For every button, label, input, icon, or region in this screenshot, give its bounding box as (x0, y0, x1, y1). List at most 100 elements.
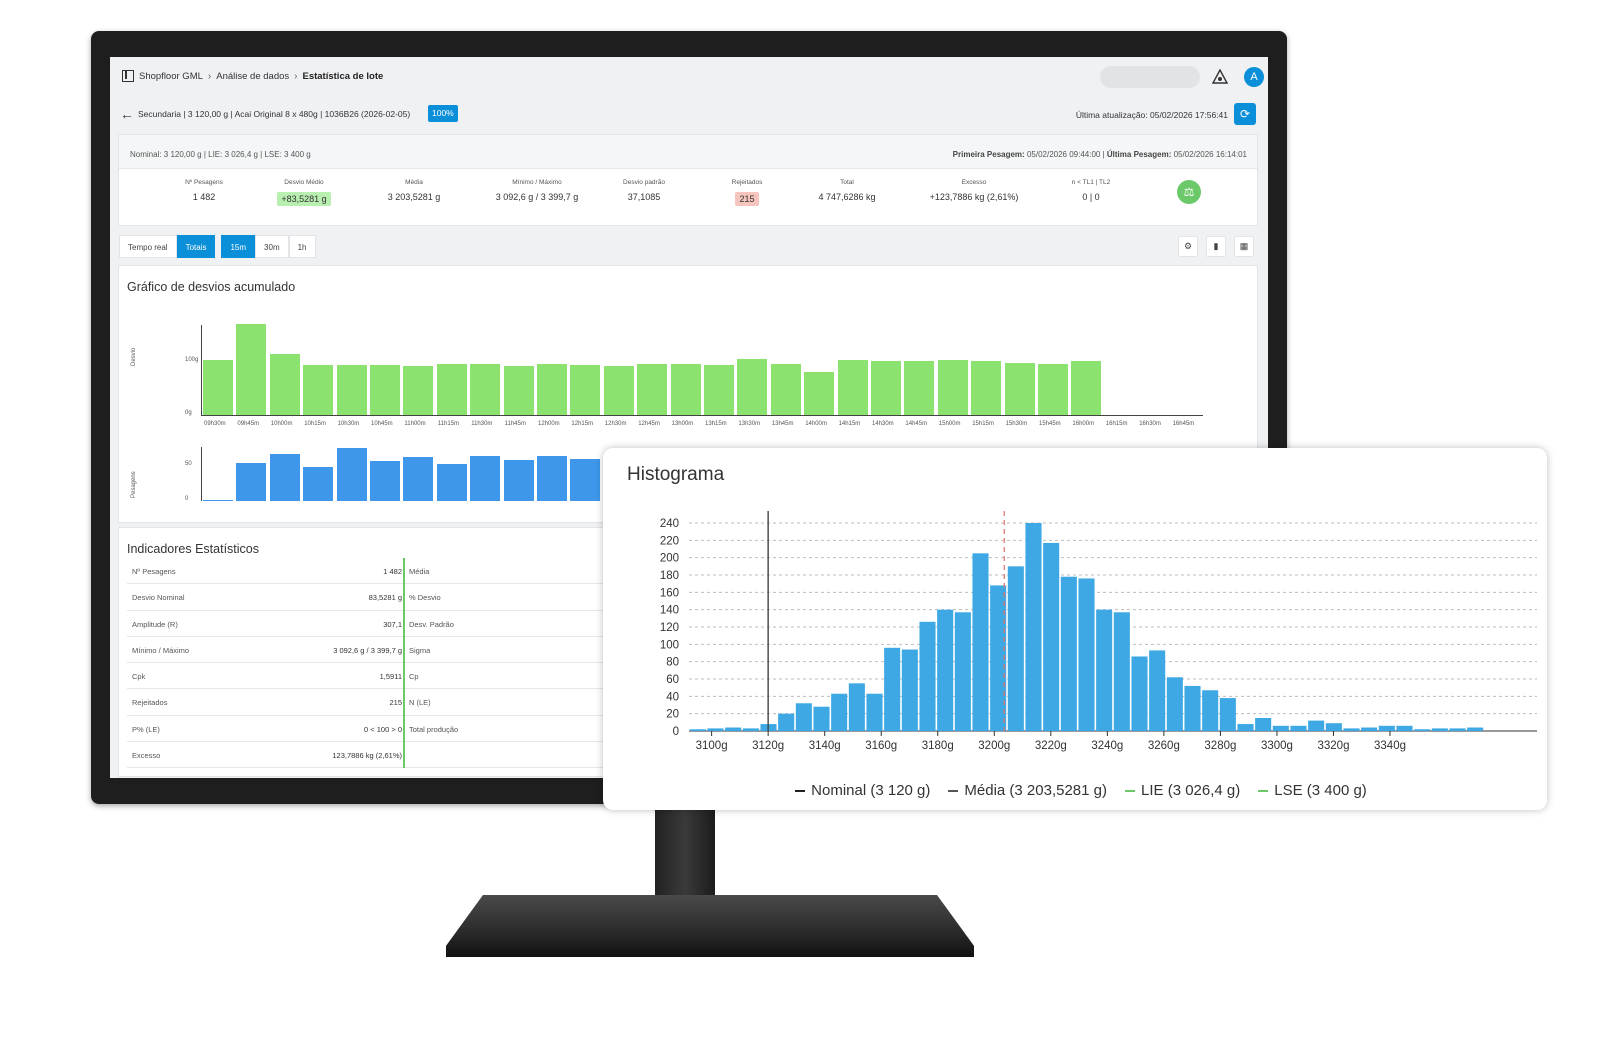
deviation-bar (303, 365, 334, 415)
legend-label: LIE (3 026,4 g) (1141, 782, 1241, 799)
histogram-bar (1431, 728, 1448, 731)
legend-item[interactable]: Média (3 203,5281 g) (948, 782, 1107, 799)
histogram-bar (1078, 578, 1095, 731)
first-weighing-label: Primeira Pesagem: (952, 150, 1025, 159)
legend-item[interactable]: Nominal (3 120 g) (795, 782, 930, 799)
legend-label: Nominal (3 120 g) (811, 782, 931, 799)
legend-swatch (1258, 789, 1269, 792)
stats-row: Desvio Nominal 83,5281 g % Desvio (127, 584, 607, 611)
x-axis-line (201, 415, 1203, 416)
y-tick-label: 240 (660, 518, 679, 530)
app-logo-icon[interactable] (122, 70, 134, 82)
histogram-bar (1060, 576, 1077, 731)
deviation-bar (971, 361, 1002, 415)
search-input[interactable] (1100, 66, 1200, 88)
tab-30m[interactable]: 30m (255, 235, 289, 258)
export-pdf-button[interactable]: ▮ (1206, 236, 1226, 257)
x-tick-label: 13h15m (705, 421, 727, 427)
deviation-bar (203, 360, 233, 415)
stat-label: Mínimo / Máximo (132, 645, 190, 655)
y-axis-line (201, 325, 202, 415)
x-tick-label: 13h45m (771, 421, 794, 427)
histogram-card: Histograma 0 20 40 60 80 100 120 140 160 180 200 22… (603, 448, 1547, 810)
histogram-bar (1149, 650, 1166, 731)
monitor-stand (446, 895, 974, 957)
top-bar: Shopfloor GML › Análise de dados › Estat… (110, 57, 1268, 97)
stat-value: 123,7886 kg (2,61%) (332, 751, 402, 761)
kpi-6: Total 4 747,6286 kg (787, 179, 907, 202)
weighings-bar (303, 467, 334, 501)
tab-real-time[interactable]: Tempo real (119, 235, 177, 258)
kpi-3: Mínimo / Máximo 3 092,6 g / 3 399,7 g (477, 179, 597, 202)
tab-totals[interactable]: Totais (176, 235, 216, 258)
y-tick-label: 120 (660, 622, 679, 634)
kpi-label: Desvio Médio (284, 179, 324, 186)
histogram-bar (937, 609, 954, 731)
stats-row: Mínimo / Máximo 3 092,6 g / 3 399,7 g Sigm… (127, 637, 607, 664)
x-tick-label: 11h45m (504, 421, 526, 427)
legend-item[interactable]: LIE (3 026,4 g) (1125, 782, 1240, 799)
histogram-bar (1255, 718, 1272, 731)
stat-value: 83,5281 g (368, 593, 402, 603)
histogram-bar (1414, 729, 1431, 731)
scale-icon[interactable]: ⚖ (1177, 180, 1201, 204)
deviation-bar (336, 365, 367, 415)
stats-row: Excesso 123,7886 kg (2,61%) (127, 742, 607, 769)
last-weighing: 05/02/2026 16:14:01 (1173, 150, 1247, 159)
kpi-value: 3 092,6 g / 3 399,7 g (495, 192, 579, 202)
export-excel-button[interactable]: ▦ (1234, 236, 1254, 257)
stats-row: Nº Pesagens 1 482 Média (127, 558, 607, 585)
x-tick-label: 14h30m (872, 421, 894, 427)
histogram-legend: Nominal (3 120 g) Média (3 203,5281 g) LIE… (603, 782, 1547, 799)
x-tick-label: 09h30m (204, 421, 226, 427)
weighings-bar (370, 461, 400, 501)
back-arrow-icon[interactable]: ← (120, 106, 134, 122)
x-tick-label: 10h30m (337, 421, 360, 427)
stat-label: Amplitude (R) (132, 619, 178, 629)
stat-value: 1,5911 (379, 672, 402, 682)
pdf-file-icon: ▮ (1213, 241, 1219, 251)
stat-value: 1 482 (383, 567, 402, 576)
excel-file-icon: ▦ (1239, 241, 1249, 251)
view-tabs: Tempo real Totais 15m 30m 1h (119, 235, 316, 258)
deviation-bar (904, 361, 935, 415)
x-tick-label: 10h45m (371, 421, 393, 427)
x-tick-label: 15h45m (1039, 421, 1061, 427)
x-tick-label: 12h45m (638, 421, 660, 427)
histogram-bar (1290, 725, 1307, 731)
deviation-bar (537, 364, 567, 415)
y-axis-title-deviation: Desvio (131, 347, 137, 366)
weighings-bar (403, 456, 434, 501)
kpi-2: Média 3 203,5281 g (354, 179, 474, 202)
kpi-label: Excesso (961, 179, 987, 186)
breadcrumb-app[interactable]: Shopfloor GML (139, 71, 203, 82)
y-tick-label: 0g (185, 410, 192, 416)
y-tick-label: 20 (666, 709, 679, 721)
histogram-bar (1184, 685, 1201, 731)
histogram-bar (707, 728, 724, 731)
histogram-bar (972, 553, 989, 731)
deviation-bar (470, 364, 501, 415)
weighings-bar (236, 463, 267, 501)
y-tick-label: 0 (673, 726, 679, 738)
x-tick-label: 3280g (1204, 740, 1236, 752)
alert-triangle-icon[interactable] (1212, 69, 1228, 85)
deviation-bar (804, 371, 835, 415)
tab-15m[interactable]: 15m (221, 235, 256, 258)
batch-header: ← Secundaria | 3 120,00 g | Acai Origina… (110, 101, 1268, 127)
breadcrumb-data-analysis[interactable]: Análise de dados (216, 71, 289, 82)
y-tick-label: 0 (185, 496, 189, 502)
tab-1h[interactable]: 1h (288, 235, 316, 258)
chevron-right-icon: › (294, 70, 298, 82)
histogram-bar (1043, 542, 1060, 731)
kpi-value: +83,5281 g (244, 192, 364, 206)
y-tick-label: 200 (660, 553, 679, 565)
legend-item[interactable]: LSE (3 400 g) (1258, 782, 1367, 799)
refresh-button[interactable]: ⟳ (1234, 103, 1256, 125)
settings-button[interactable]: ⚙ (1178, 236, 1198, 257)
breadcrumb: Shopfloor GML › Análise de dados › Estat… (122, 70, 383, 82)
histogram-bar (1449, 728, 1466, 731)
y-axis-line (201, 447, 202, 501)
x-tick-label: 13h00m (671, 421, 694, 427)
avatar[interactable]: A (1244, 67, 1264, 87)
